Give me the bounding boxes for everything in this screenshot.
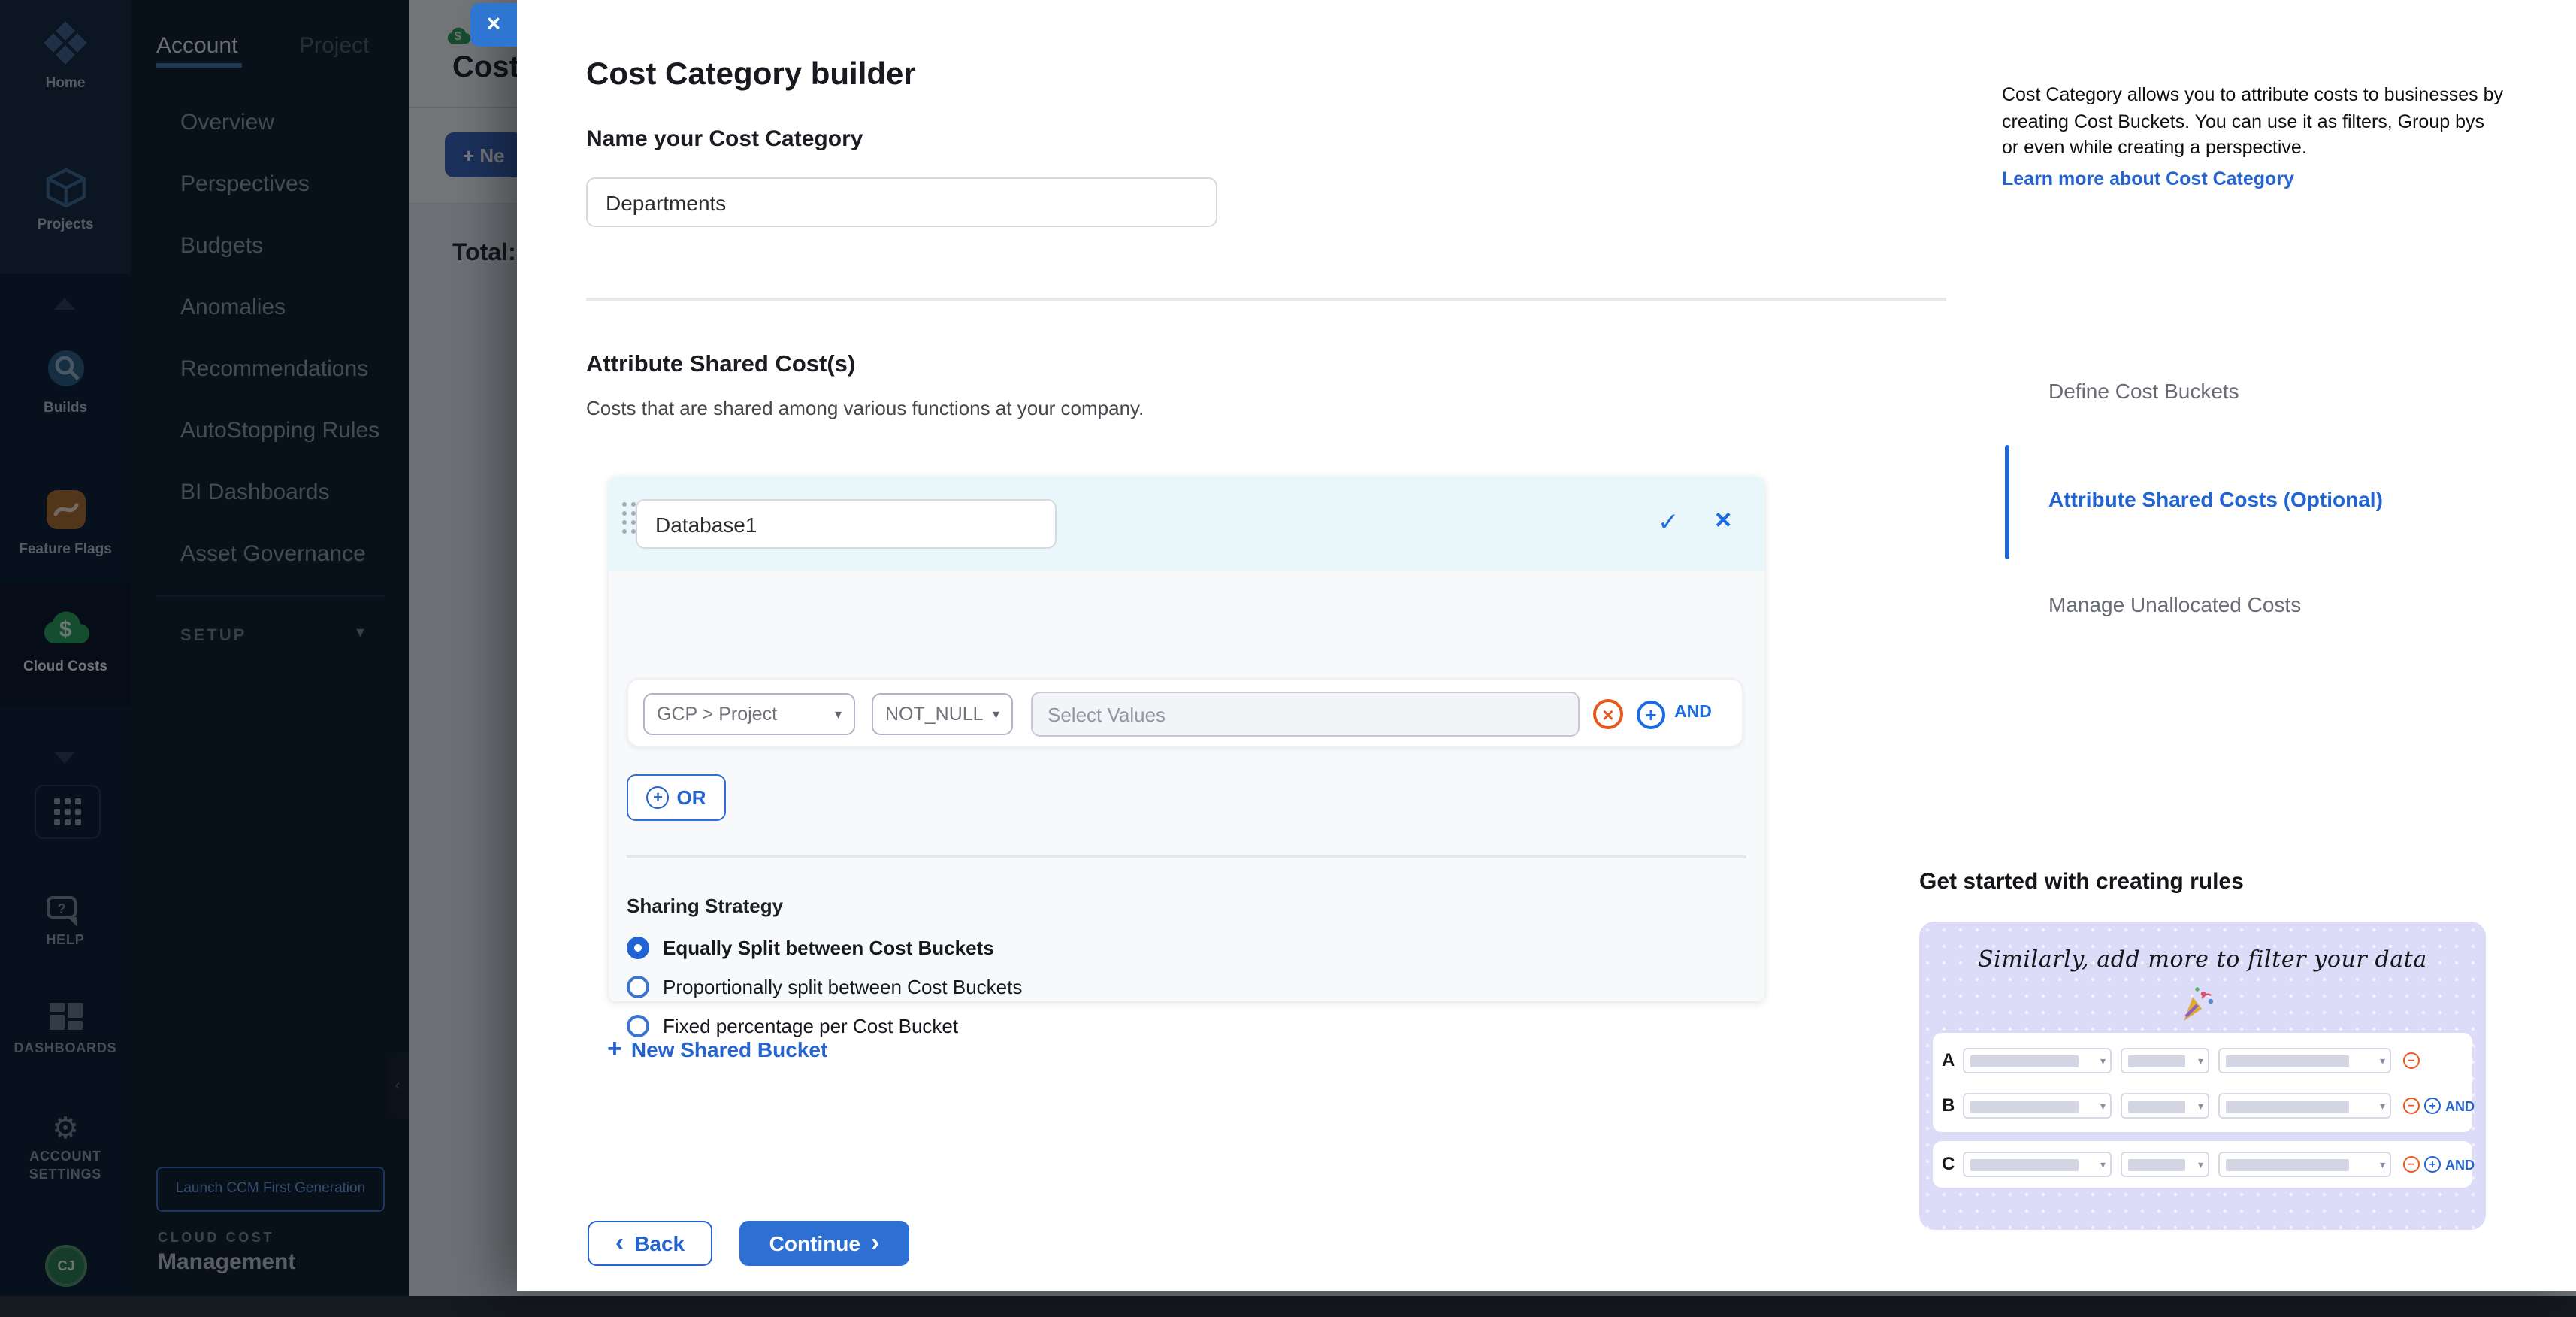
get-started-heading: Get started with creating rules xyxy=(1919,869,2244,895)
illustration-row-a: A ▾ ▾ ▾ − xyxy=(1933,1043,2472,1079)
caret-down-icon: ▾ xyxy=(826,706,842,722)
rule-row: GCP > Project ▾ NOT_NULL ▾ × + AND xyxy=(627,678,1743,747)
row-letter: A xyxy=(1942,1049,1955,1070)
step-attribute-shared-costs[interactable]: Attribute Shared Costs (Optional) xyxy=(2048,487,2383,511)
add-rule-icon: + xyxy=(2424,1156,2441,1173)
close-drawer-button[interactable]: × xyxy=(470,3,517,47)
radio-icon[interactable] xyxy=(627,976,649,998)
shared-bucket-card: ✓ × GCP > Project ▾ NOT_NULL ▾ × + A xyxy=(609,477,1764,1001)
drag-handle-icon[interactable] xyxy=(622,502,636,534)
and-label: AND xyxy=(2445,1158,2475,1173)
new-shared-bucket-label: New Shared Bucket xyxy=(631,1037,827,1061)
back-button[interactable]: ‹ Back xyxy=(588,1221,712,1266)
cancel-bucket-icon[interactable]: × xyxy=(1715,505,1731,538)
shared-bucket-card-header: ✓ × xyxy=(609,477,1764,571)
app-root: $ Cost + Ne Total: Home xyxy=(0,0,2576,1317)
row-letter: C xyxy=(1942,1153,1955,1174)
back-button-label: Back xyxy=(634,1231,685,1255)
add-and-icon[interactable]: + xyxy=(1637,701,1665,729)
remove-rule-icon: − xyxy=(2403,1052,2420,1069)
bucket-name-input[interactable] xyxy=(636,499,1057,549)
learn-more-link[interactable]: Learn more about Cost Category xyxy=(2002,168,2294,189)
cost-category-name-input[interactable] xyxy=(586,177,1217,227)
party-popper-icon xyxy=(2178,985,2217,1024)
chevron-right-icon: › xyxy=(871,1228,879,1258)
rule-values-input[interactable] xyxy=(1031,692,1580,737)
illustration-caption: Similarly, add more to filter your data xyxy=(1919,946,2486,973)
cost-category-description: Cost Category allows you to attribute co… xyxy=(2002,83,2504,162)
plus-icon: + xyxy=(647,786,670,809)
rules-illustration-panel: Similarly, add more to filter your data … xyxy=(1919,922,2486,1230)
section-divider xyxy=(586,298,1946,300)
sharing-strategy-label: Sharing Strategy xyxy=(627,895,783,917)
add-rule-icon: + xyxy=(2424,1098,2441,1114)
cost-category-drawer: × Cost Category builder Name your Cost C… xyxy=(517,0,2576,1291)
rule-operator-value: NOT_NULL xyxy=(885,704,984,725)
attribute-shared-costs-subheading: Costs that are shared among various func… xyxy=(586,397,1144,419)
illustration-row-b: B ▾ ▾ ▾ − + AND xyxy=(1933,1088,2472,1125)
chevron-left-icon: ‹ xyxy=(615,1228,624,1258)
rule-dimension-select[interactable]: GCP > Project ▾ xyxy=(643,693,855,735)
new-shared-bucket-button[interactable]: + New Shared Bucket xyxy=(607,1034,827,1064)
name-cost-category-label: Name your Cost Category xyxy=(586,126,863,152)
active-step-indicator xyxy=(2005,445,2009,559)
step-define-cost-buckets[interactable]: Define Cost Buckets xyxy=(2048,379,2239,403)
continue-button-label: Continue xyxy=(769,1231,860,1255)
illustration-row-c: C ▾ ▾ ▾ − + AND xyxy=(1933,1147,2472,1183)
close-icon: × xyxy=(487,11,501,38)
step-manage-unallocated-costs[interactable]: Manage Unallocated Costs xyxy=(2048,592,2301,616)
and-button-label[interactable]: AND xyxy=(1674,704,1712,722)
radio-selected-icon[interactable] xyxy=(627,937,649,959)
continue-button[interactable]: Continue › xyxy=(739,1221,909,1266)
and-label: AND xyxy=(2445,1099,2475,1114)
illustration-rule-group-1: A ▾ ▾ ▾ − B ▾ ▾ ▾ − + AND xyxy=(1933,1033,2472,1132)
shared-bucket-card-body: GCP > Project ▾ NOT_NULL ▾ × + AND + OR xyxy=(609,571,1764,1001)
add-or-button[interactable]: + OR xyxy=(627,774,726,821)
card-divider xyxy=(627,855,1746,858)
or-button-label: OR xyxy=(677,786,706,809)
rule-dimension-value: GCP > Project xyxy=(657,704,777,725)
drawer-title: Cost Category builder xyxy=(586,57,916,93)
row-letter: B xyxy=(1942,1094,1955,1116)
sharing-option-equally[interactable]: Equally Split between Cost Buckets xyxy=(627,937,994,959)
remove-rule-icon[interactable]: × xyxy=(1593,699,1623,729)
caret-down-icon: ▾ xyxy=(984,706,999,722)
attribute-shared-costs-heading: Attribute Shared Cost(s) xyxy=(586,352,855,379)
rule-operator-select[interactable]: NOT_NULL ▾ xyxy=(872,693,1013,735)
illustration-rule-group-2: C ▾ ▾ ▾ − + AND xyxy=(1933,1141,2472,1188)
remove-rule-icon: − xyxy=(2403,1098,2420,1114)
sharing-option-label: Equally Split between Cost Buckets xyxy=(663,937,994,959)
confirm-bucket-icon[interactable]: ✓ xyxy=(1658,508,1680,538)
remove-rule-icon: − xyxy=(2403,1156,2420,1173)
sharing-option-label: Proportionally split between Cost Bucket… xyxy=(663,976,1022,998)
plus-icon: + xyxy=(607,1034,622,1064)
sharing-option-proportionally[interactable]: Proportionally split between Cost Bucket… xyxy=(627,976,1022,998)
